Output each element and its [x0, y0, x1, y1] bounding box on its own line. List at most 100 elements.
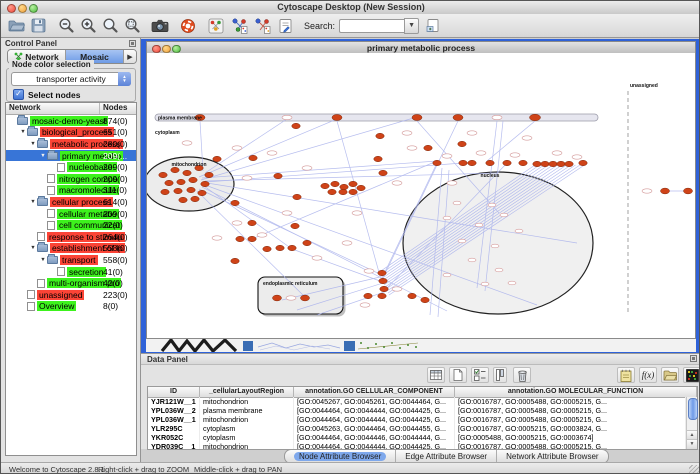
tree-row[interactable]: macromolecule311(0): [6, 185, 136, 197]
network-graph[interactable]: plasma membrane cytoplasm mitochondrion …: [147, 53, 696, 339]
expander-icon[interactable]: ▼: [39, 153, 47, 159]
network-canvas[interactable]: plasma membrane cytoplasm mitochondrion …: [146, 53, 696, 339]
table-row[interactable]: YLR295Ccytoplasm[GO:0045263, GO:0044464,…: [148, 424, 686, 433]
open-session-button[interactable]: [7, 17, 25, 35]
table-row[interactable]: YKR052Ccytoplasm[GO:0044464, GO:0044446,…: [148, 433, 686, 442]
vizmapper-button[interactable]: [207, 17, 225, 35]
expander-icon[interactable]: ▼: [19, 129, 27, 135]
search-input[interactable]: [339, 19, 404, 33]
status-bar: Welcome to Cytoscape 2.8.1 Right-click +…: [1, 462, 700, 474]
node-color-dropdown[interactable]: transporter activity ▲▼: [11, 72, 131, 86]
float-panel-icon[interactable]: [129, 40, 136, 47]
tree-row[interactable]: ▼primary metabo209(...: [6, 150, 136, 162]
search-config-button[interactable]: [424, 17, 442, 35]
network-view-frame[interactable]: primary metabolic process: [141, 39, 700, 353]
notepad-icon: [620, 369, 632, 382]
tree-row[interactable]: cell communicat22(0): [6, 219, 136, 231]
main-area: Control Panel Network Mosaic ▶ Node colo…: [1, 38, 700, 462]
delete-attribute-button[interactable]: [513, 367, 531, 383]
tree-row-count: 8(0): [103, 301, 118, 311]
column-header[interactable]: ID: [148, 387, 200, 397]
matrix-button[interactable]: [683, 367, 700, 383]
save-session-button[interactable]: [29, 17, 47, 35]
tree-row-count: 22(0): [103, 220, 123, 230]
tree-col-nodes[interactable]: Nodes: [100, 103, 136, 114]
tree-row[interactable]: Overview 8(0): [6, 301, 136, 313]
attribute-columns-button[interactable]: [493, 367, 507, 383]
tree-row-count: 209(0): [103, 162, 128, 172]
camera-icon: [151, 18, 169, 33]
zoom-in-icon: [80, 17, 97, 34]
tree-row[interactable]: nucleobase-209(0): [6, 161, 136, 173]
tree-row[interactable]: ▼transport558(0): [6, 254, 136, 266]
column-header[interactable]: _cellularLayoutRegion: [200, 387, 294, 397]
scrollbar-thumb[interactable]: [688, 398, 698, 420]
select-nodes-label: Select nodes: [28, 90, 80, 100]
table-row[interactable]: YDR039C__1mitochondrion[GO:0044464, GO:0…: [148, 442, 686, 449]
table-cell: mitochondrion: [200, 442, 294, 449]
page-icon: [37, 279, 45, 288]
expander-icon[interactable]: ▼: [39, 257, 47, 263]
tree-row[interactable]: multi-organism pro42(0): [6, 277, 136, 289]
tree-row[interactable]: ▼establishment of lo558(0): [6, 243, 136, 255]
help-button[interactable]: [179, 17, 197, 35]
expander-icon[interactable]: ▼: [29, 245, 37, 251]
table-cell: cytoplasm: [200, 424, 294, 433]
table-row[interactable]: YJR121W__1mitochondrion[GO:0045267, GO:0…: [148, 397, 686, 406]
tree-row[interactable]: unassigned223(0): [6, 289, 136, 301]
data-panel: Data Panel f(x) ID _: [141, 353, 700, 449]
import-attributes-button[interactable]: [661, 367, 679, 383]
zoom-selected-icon: [124, 17, 141, 34]
table-scrollbar[interactable]: ▲ ▼: [686, 397, 697, 449]
network-tree-header: Network Nodes: [6, 103, 136, 115]
expander-icon[interactable]: ▼: [29, 141, 37, 147]
tree-col-network[interactable]: Network: [6, 103, 100, 114]
tree-row[interactable]: cellular metabo209(0): [6, 208, 136, 220]
zoom-fit-button[interactable]: [101, 17, 119, 35]
notepad-button[interactable]: [617, 367, 635, 383]
zoom-out-button[interactable]: [57, 17, 75, 35]
tree-row[interactable]: ▼biological_process651(0): [6, 127, 136, 139]
column-header[interactable]: annotation.GO MOLECULAR_FUNCTION: [455, 387, 697, 397]
expander-icon[interactable]: ▼: [29, 199, 37, 205]
select-nodes-checkbox[interactable]: ✓: [13, 89, 24, 100]
tree-row-label: Overview: [37, 301, 76, 311]
snapshot-button[interactable]: [151, 17, 169, 35]
tree-row[interactable]: mosaic-demo-yeast874(0): [6, 115, 136, 127]
window-titlebar[interactable]: Cytoscape Desktop (New Session): [1, 1, 700, 15]
data-panel-float-icon[interactable]: [690, 355, 697, 362]
tab-label: Edge Attribute Browser: [405, 452, 487, 461]
new-attribute-button[interactable]: [449, 367, 467, 383]
cytoplasm-label: cytoplasm: [155, 130, 180, 136]
node-color-dropdown-value: transporter activity: [36, 74, 105, 84]
search-dropdown-arrow[interactable]: ▼: [404, 18, 419, 34]
lifesaver-icon: [180, 18, 196, 34]
status-welcome: Welcome to Cytoscape 2.8.1: [9, 465, 105, 474]
tree-row[interactable]: secretion41(0): [6, 266, 136, 278]
tree-row[interactable]: ▼cellular process614(0): [6, 196, 136, 208]
scroll-down-arrow[interactable]: ▼: [687, 439, 697, 449]
layout-b-button[interactable]: [253, 17, 271, 35]
column-header[interactable]: annotation.GO CELLULAR_COMPONENT: [294, 387, 455, 397]
table-row[interactable]: YPL036W__1mitochondrion[GO:0044464, GO:0…: [148, 415, 686, 424]
tree-row-count: 558(0): [103, 243, 128, 253]
annotation-button[interactable]: [276, 17, 294, 35]
search-label: Search:: [304, 21, 335, 31]
tree-row-count: 209(0): [103, 174, 128, 184]
network-view-titlebar[interactable]: primary metabolic process: [146, 41, 696, 53]
table-cell: [GO:0044464, GO:0044444, GO:0044425, G..…: [294, 406, 455, 415]
attribute-grid-button[interactable]: [427, 367, 445, 383]
table-row[interactable]: YPL036W__2plasma membrane[GO:0044464, GO…: [148, 406, 686, 415]
resize-grip[interactable]: [689, 465, 700, 474]
zoom-selected-button[interactable]: [123, 17, 141, 35]
zoom-in-button[interactable]: [79, 17, 97, 35]
tree-row-count: 264(0): [103, 232, 128, 242]
layout-a-button[interactable]: [230, 17, 248, 35]
formula-button[interactable]: f(x): [639, 367, 657, 383]
page-icon: [37, 232, 45, 241]
tree-row[interactable]: response to stimulu264(0): [6, 231, 136, 243]
tree-row[interactable]: ▼metabolic process280(0): [6, 138, 136, 150]
tab-overflow-arrow[interactable]: ▶: [124, 50, 136, 63]
select-attributes-button[interactable]: [471, 367, 489, 383]
tree-row[interactable]: nitrogen compo209(0): [6, 173, 136, 185]
